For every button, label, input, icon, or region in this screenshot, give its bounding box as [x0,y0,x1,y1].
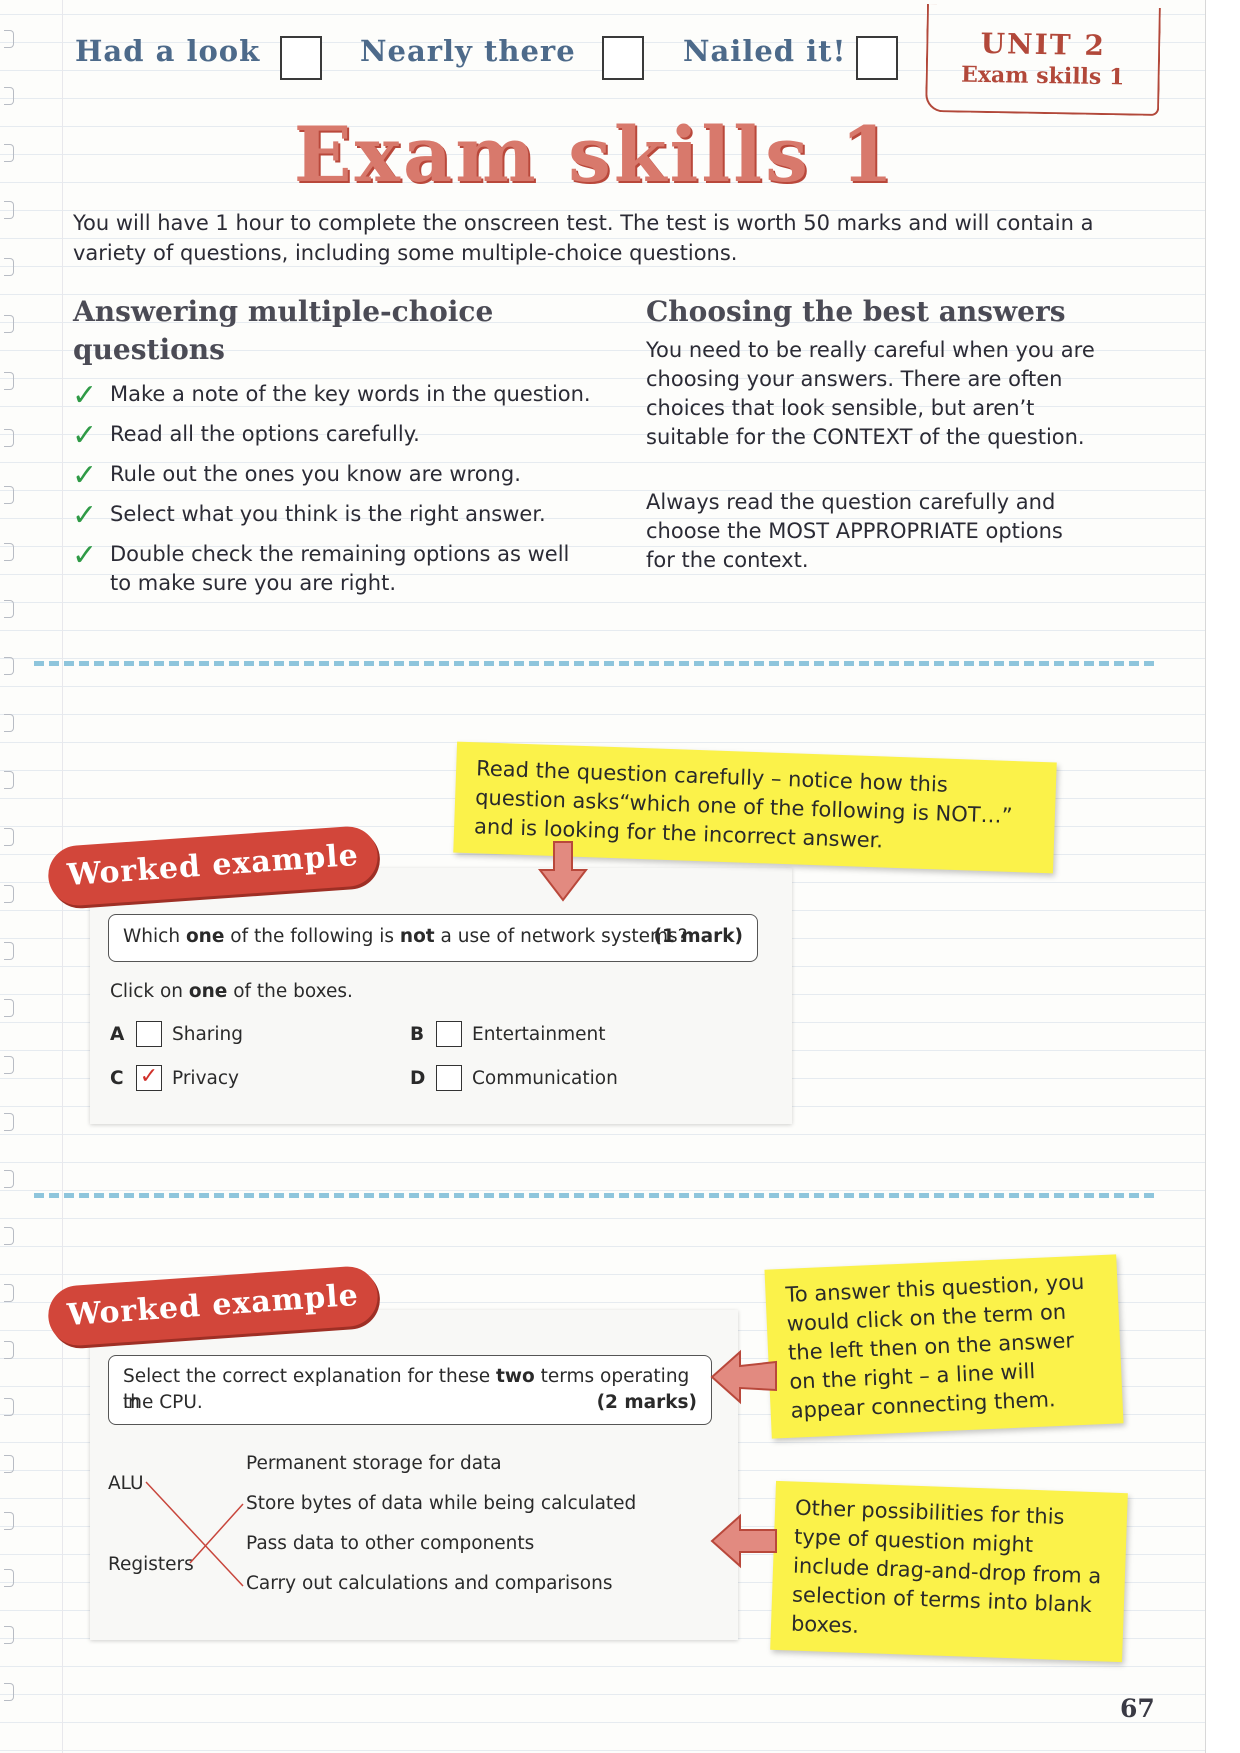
check-mark-icon: ✓ [139,1064,159,1089]
page-title: Exam skills 1 [293,110,897,199]
worked-example-1-panel: Which one of the following is not a use … [90,868,792,1124]
tick-icon: ✓ [72,458,98,493]
nailed-it-checkbox[interactable] [856,36,898,80]
tick-icon: ✓ [72,538,98,573]
intro-paragraph: You will have 1 hour to complete the ons… [73,211,1094,265]
option-d[interactable]: D Communication [410,1065,660,1093]
section-divider [34,1193,1154,1198]
nearly-there-label: Nearly there [360,34,576,68]
option-a[interactable]: A Sharing [110,1021,360,1049]
nearly-there-checkbox[interactable] [602,36,644,80]
nailed-it-label: Nailed it! [683,34,847,68]
note-other-possibilities: Other possibilities for this type of que… [770,1480,1128,1663]
list-item: ✓ Make a note of the key words in the que… [72,378,591,413]
connection-line-alu [145,1481,244,1587]
option-a-checkbox[interactable] [136,1021,162,1047]
unit-tab: UNIT 2 Exam skills 1 [925,3,1161,117]
left-arrow-icon [710,1513,777,1569]
connection-line-registers [189,1503,244,1564]
tick-icon: ✓ [72,418,98,453]
section-divider [34,661,1154,666]
list-item: ✓ Rule out the ones you know are wrong. [72,458,521,493]
binder-rings [4,30,24,1740]
tick-icon: ✓ [72,378,98,413]
list-item: ✓ Select what you think is the right answ… [72,498,546,533]
best-answers-para-2: Always read the question carefully and c… [646,490,1063,572]
unit-label: UNIT 2 [980,26,1107,63]
worked-example-2-panel: Select the correct explanation for these… [90,1310,738,1640]
tips-list: ✓ Make a note of the key words in the que… [72,380,592,609]
option-b[interactable]: B Entertainment [410,1021,660,1049]
note-click-term: To answer this question, you would click… [764,1254,1124,1439]
left-arrow-icon [710,1349,777,1405]
tick-icon: ✓ [72,498,98,533]
mcq-heading: Answering multiple-choice questions [73,295,494,366]
connection-lines [145,1481,244,1587]
question-1-box: Which one of the following is not a use … [108,914,758,962]
best-answers-para-1: You need to be really careful when you a… [646,338,1095,449]
best-answers-heading: Choosing the best answers [646,295,1066,328]
option-c[interactable]: C ✓ Privacy [110,1065,360,1093]
question-1-text: Which one of the following is not a use … [123,926,688,947]
had-a-look-label: Had a look [75,34,261,68]
unit-section-label: Exam skills 1 [960,61,1125,91]
had-a-look-checkbox[interactable] [280,36,322,80]
question-1-marks: (1 mark) [653,926,743,947]
option-b-checkbox[interactable] [436,1021,462,1047]
list-item: ✓ Read all the options carefully. [72,418,420,453]
list-item: ✓ Double check the remaining options as w… [72,538,570,596]
instruction-text: Click on one of the boxes. [110,981,353,1002]
option-d-checkbox[interactable] [436,1065,462,1091]
option-c-checkbox[interactable]: ✓ [136,1065,162,1091]
down-arrow-icon [537,841,589,902]
page-number: 67 [1120,1694,1155,1723]
